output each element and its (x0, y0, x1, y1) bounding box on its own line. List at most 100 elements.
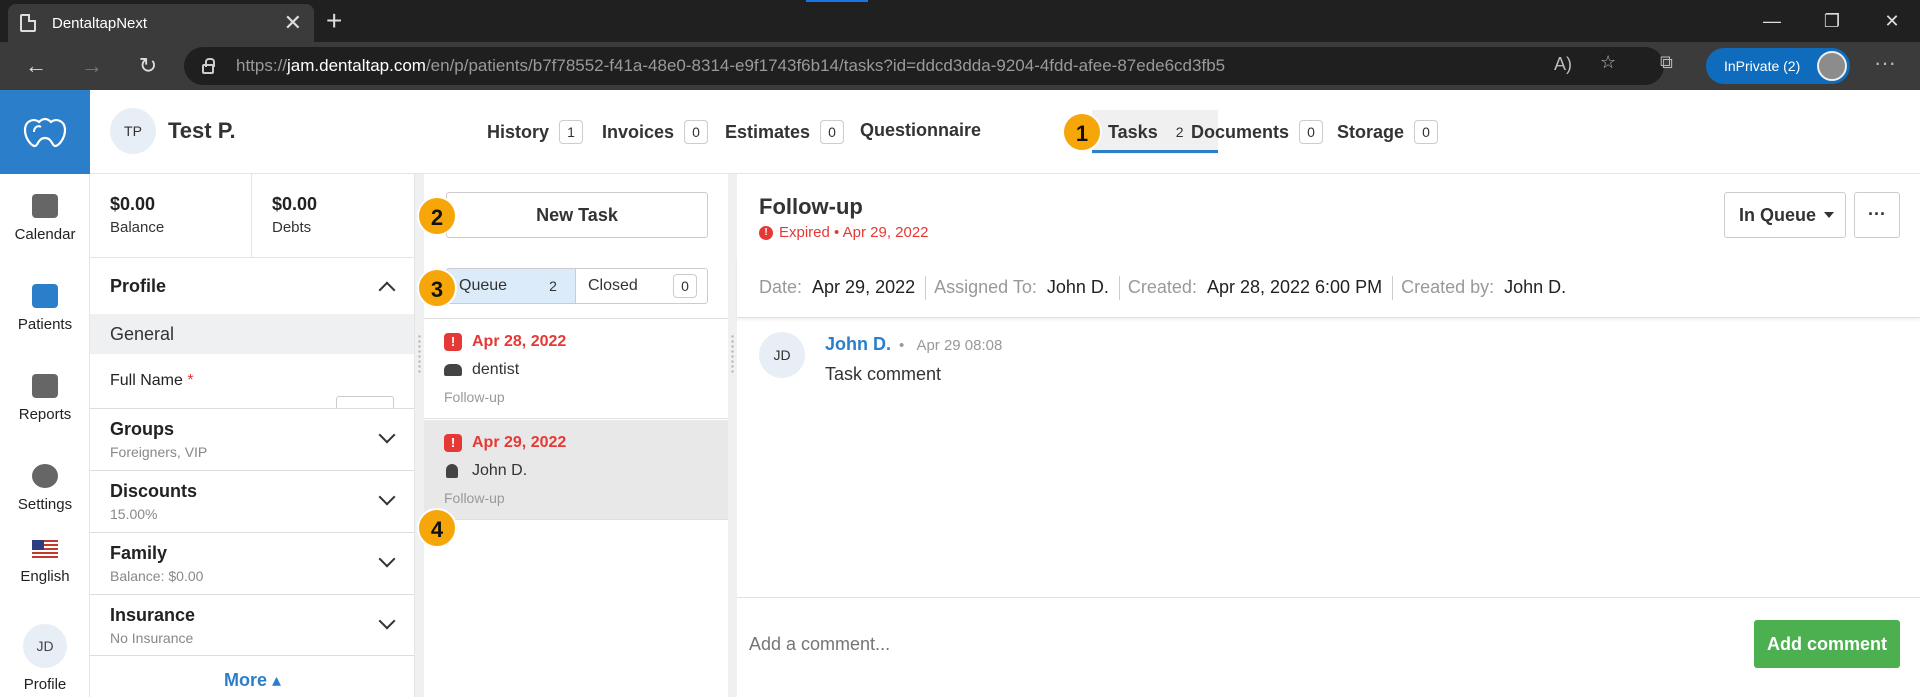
queue-count: 2 (549, 278, 557, 294)
url-host: jam.dentaltap.com (287, 56, 426, 75)
inprivate-button[interactable]: InPrivate (2) (1706, 48, 1850, 84)
comment-input[interactable] (749, 634, 1729, 655)
alert-icon: ! (444, 434, 462, 452)
tab-closed[interactable]: Closed 0 (575, 268, 708, 304)
task-list-panel: New Task Queue 2 Closed 0 ! Apr 28, 2022… (424, 174, 728, 697)
tab-questionnaire-label: Questionnaire (860, 120, 982, 140)
meta-separator (1392, 275, 1394, 300)
status-dropdown[interactable]: In Queue (1724, 192, 1846, 238)
minimize-icon[interactable]: — (1742, 0, 1802, 42)
full-name-text: Full Name (110, 372, 183, 389)
nav-reports-label: Reports (18, 406, 72, 423)
task-item-selected[interactable]: ! Apr 29, 2022 John D. Follow-up (424, 420, 728, 520)
url-field[interactable]: https://jam.dentaltap.com/en/p/patients/… (184, 47, 1664, 85)
tab-questionnaire[interactable]: Questionnaire (860, 120, 981, 141)
assigned-value: John D. (1046, 277, 1109, 297)
nav-profile[interactable]: JD Profile (0, 624, 90, 693)
comment-avatar: JD (759, 332, 805, 378)
patient-header: TP Test P. History 1 Invoices 0 Estimate… (90, 90, 1920, 174)
tooth-logo-icon (23, 117, 67, 148)
nav-patients[interactable]: Patients (0, 284, 90, 333)
new-tab-icon[interactable]: + (326, 6, 342, 36)
tab-tasks[interactable]: Tasks 2 (1108, 120, 1192, 144)
step-marker-3: 3 (417, 268, 457, 308)
tab-documents[interactable]: Documents 0 (1191, 120, 1324, 144)
task-detail-panel: Follow-up ! Expired • Apr 29, 2022 In Qu… (737, 174, 1920, 697)
more-actions-button[interactable]: ··· (1854, 192, 1900, 238)
insurance-section[interactable]: Insurance No Insurance (90, 594, 414, 656)
family-subtitle: Balance: $0.00 (110, 568, 204, 584)
alert-icon: ! (444, 333, 462, 351)
debts-amount: $0.00 (272, 194, 318, 214)
panel-splitter[interactable] (415, 174, 424, 697)
comment-author[interactable]: John D. (825, 334, 891, 355)
patient-avatar: TP (110, 108, 156, 154)
meta-separator (1118, 275, 1120, 300)
full-name-input[interactable] (336, 396, 394, 408)
tab-history[interactable]: History 1 (487, 120, 584, 144)
status-label: In Queue (1739, 204, 1817, 225)
comment-composer: Add comment (737, 597, 1920, 697)
refresh-icon[interactable]: ↻ (132, 50, 164, 82)
more-button[interactable]: More ▴ (90, 670, 414, 691)
tab-documents-count: 0 (1299, 120, 1324, 144)
tab-storage[interactable]: Storage 0 (1337, 120, 1439, 144)
nav-settings[interactable]: Settings (0, 464, 90, 513)
dentaltap-logo[interactable] (0, 90, 90, 174)
closed-label: Closed (588, 277, 638, 294)
add-comment-button[interactable]: Add comment (1754, 620, 1900, 668)
insurance-title: Insurance (110, 605, 196, 625)
general-subsection: General (90, 314, 414, 354)
nav-reports[interactable]: Reports (0, 374, 90, 423)
task-date: Apr 28, 2022 (472, 333, 567, 350)
created-key: Created: (1127, 277, 1197, 297)
back-icon[interactable]: ← (20, 50, 52, 82)
groups-title: Groups (110, 419, 175, 439)
lock-icon (202, 58, 215, 74)
nav-language[interactable]: English (0, 540, 90, 585)
tab-estimates-count: 0 (820, 120, 845, 144)
panel-splitter[interactable] (728, 174, 737, 697)
us-flag-icon (32, 540, 58, 558)
tab-estimates[interactable]: Estimates 0 (725, 120, 845, 144)
group-icon (444, 364, 462, 376)
full-name-label: Full Name * (110, 372, 194, 390)
family-section[interactable]: Family Balance: $0.00 (90, 532, 414, 594)
collections-icon[interactable]: ⧉ (1660, 52, 1673, 73)
createdby-key: Created by: (1401, 277, 1495, 297)
task-item[interactable]: ! Apr 28, 2022 dentist Follow-up (424, 319, 728, 419)
comment-text: Task comment (825, 364, 942, 384)
forward-icon[interactable]: → (76, 50, 108, 82)
patients-icon (32, 284, 58, 308)
reports-icon (32, 374, 58, 398)
comment-separator: • (899, 337, 905, 354)
browser-tabbar: DentaltapNext ✕ + — ❐ ✕ (0, 0, 1920, 42)
read-aloud-icon[interactable]: A) (1554, 54, 1572, 75)
favorites-add-icon[interactable]: ☆ (1600, 52, 1616, 73)
nav-language-label: English (20, 568, 70, 585)
meta-separator (925, 275, 927, 300)
discounts-section[interactable]: Discounts 15.00% (90, 470, 414, 532)
tab-invoices-label: Invoices (602, 121, 675, 142)
chevron-up-icon (378, 281, 396, 299)
browser-menu-icon[interactable]: ··· (1874, 50, 1896, 76)
balance-label: Balance (110, 219, 165, 236)
settings-icon (32, 464, 58, 488)
close-window-icon[interactable]: ✕ (1862, 0, 1920, 42)
profile-section-header[interactable]: Profile (90, 258, 414, 314)
task-assignee: dentist (472, 361, 520, 378)
debts-label: Debts (272, 219, 312, 236)
profile-panel: $0.00 Balance $0.00 Debts Profile Genera… (90, 174, 415, 697)
discounts-title: Discounts (110, 481, 198, 501)
step-marker-4: 4 (417, 508, 457, 548)
new-task-button[interactable]: New Task (446, 192, 708, 238)
restore-icon[interactable]: ❐ (1802, 0, 1862, 42)
browser-tab[interactable]: DentaltapNext ✕ (8, 4, 314, 42)
patient-name: Test P. (168, 118, 236, 143)
drag-handle-icon (417, 334, 422, 374)
tab-queue[interactable]: Queue 2 (446, 268, 576, 304)
groups-section[interactable]: Groups Foreigners, VIP (90, 408, 414, 470)
close-tab-icon[interactable]: ✕ (284, 12, 302, 34)
nav-calendar[interactable]: Calendar (0, 194, 90, 243)
tab-invoices[interactable]: Invoices 0 (602, 120, 709, 144)
